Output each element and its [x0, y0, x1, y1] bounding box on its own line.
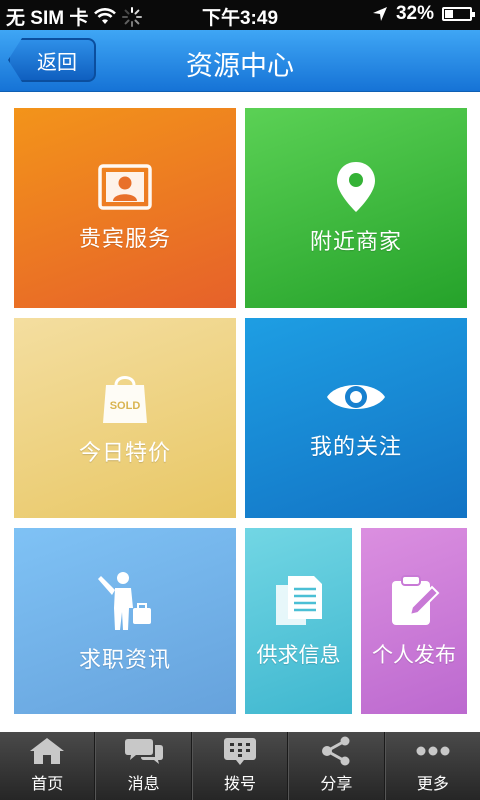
tile-personal-post-label: 个人发布 — [372, 644, 456, 667]
status-bar: 无 SIM 卡 下午3:49 32% — [0, 0, 480, 30]
tile-supply-demand[interactable]: 供求信息 — [245, 528, 352, 714]
tile-my-follows-label: 我的关注 — [309, 434, 402, 459]
tab-share[interactable]: 分享 — [288, 732, 385, 800]
bottom-tab-bar: 首页 消息 拨号 分享 更多 — [0, 732, 480, 800]
sold-text: SOLD — [110, 400, 141, 412]
tile-nearby-merchants-label: 附近商家 — [309, 229, 402, 254]
location-pin-icon — [337, 162, 375, 212]
home-icon — [30, 738, 65, 764]
tile-today-deals-label: 今日特价 — [78, 440, 171, 465]
tile-personal-post[interactable]: 个人发布 — [361, 528, 467, 714]
tab-share-label: 分享 — [320, 776, 353, 793]
location-arrow-icon — [372, 7, 387, 21]
tile-today-deals[interactable]: SOLD 今日特价 — [14, 318, 236, 518]
tile-my-follows[interactable]: 我的关注 — [245, 318, 467, 518]
sold-bag-icon: SOLD — [103, 376, 147, 423]
status-right: 32% — [372, 3, 475, 25]
tab-dial[interactable]: 拨号 — [191, 732, 289, 800]
eye-icon — [327, 385, 385, 409]
nav-header: 返回 资源中心 — [0, 30, 480, 92]
dialpad-icon — [224, 738, 257, 765]
battery-fill — [445, 10, 453, 18]
battery-percent: 32% — [395, 3, 434, 24]
tab-messages[interactable]: 消息 — [95, 732, 192, 800]
tile-supply-demand-label: 供求信息 — [256, 644, 341, 667]
tab-home-label: 首页 — [31, 776, 64, 793]
tile-nearby-merchants[interactable]: 附近商家 — [245, 108, 467, 308]
more-icon — [416, 746, 450, 756]
tab-home[interactable]: 首页 — [0, 732, 96, 800]
tile-job-info[interactable]: 求职资讯 — [14, 528, 236, 714]
documents-icon — [275, 576, 322, 625]
chat-icon — [124, 739, 163, 764]
tab-messages-label: 消息 — [127, 776, 160, 793]
clipboard-edit-icon — [392, 575, 440, 625]
page-title: 资源中心 — [186, 51, 294, 81]
tile-vip-service[interactable]: 贵宾服务 — [14, 108, 236, 308]
job-seeker-icon — [98, 572, 151, 630]
battery-icon — [442, 7, 475, 21]
tab-more[interactable]: 更多 — [384, 732, 480, 800]
tile-job-info-label: 求职资讯 — [78, 647, 171, 672]
tab-more-label: 更多 — [416, 776, 449, 793]
tab-dial-label: 拨号 — [224, 776, 257, 793]
share-icon — [322, 736, 350, 766]
vip-card-icon — [98, 164, 152, 210]
tile-vip-service-label: 贵宾服务 — [78, 226, 171, 251]
